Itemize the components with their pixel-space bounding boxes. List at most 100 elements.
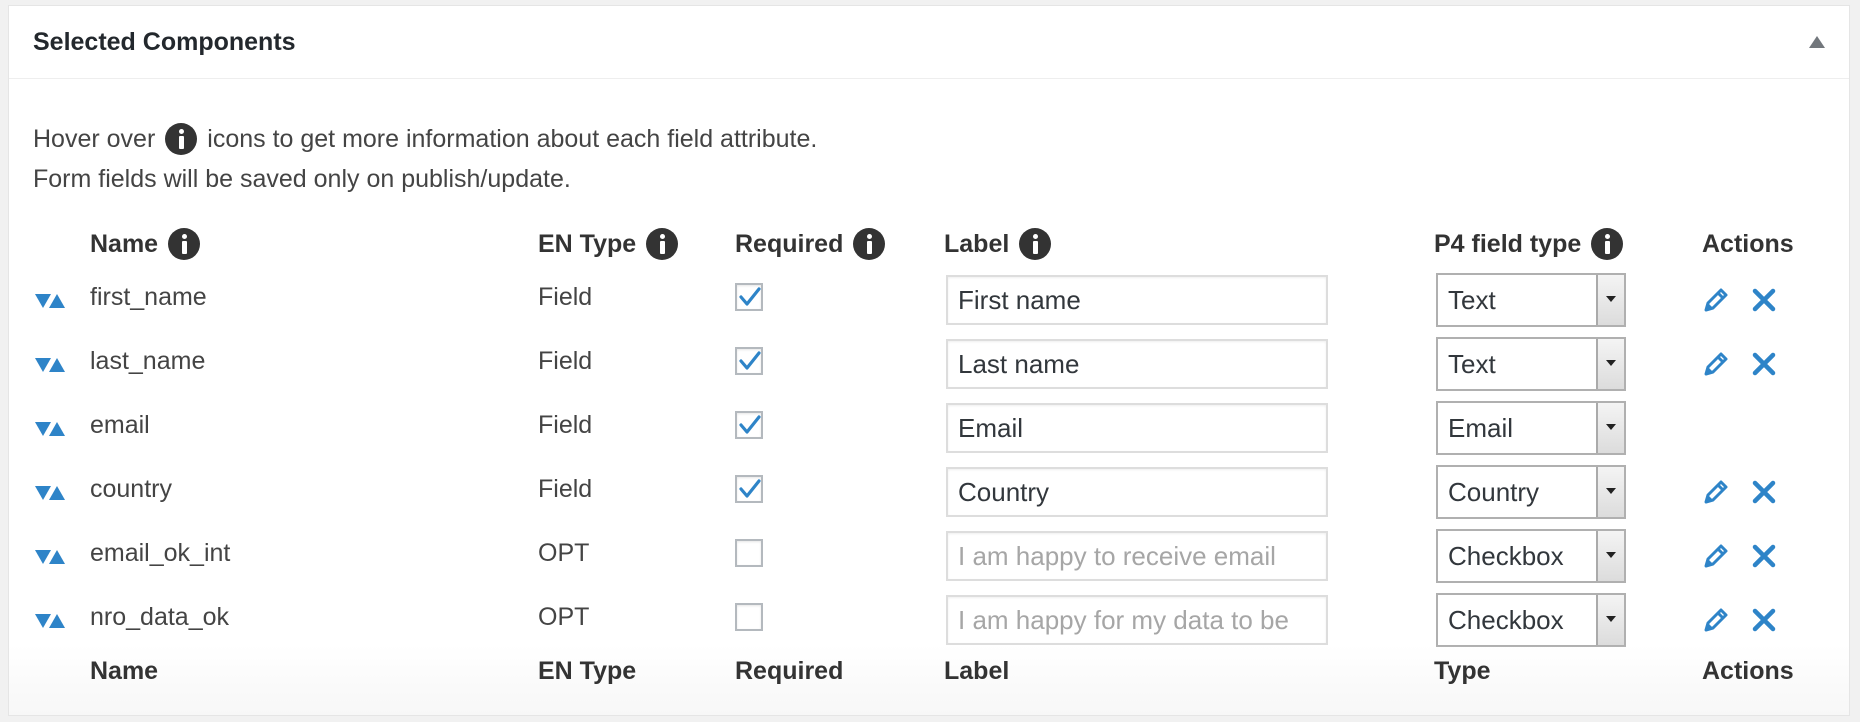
intro-text-after: icons to get more information about each… <box>207 125 818 153</box>
header-required: Required <box>735 224 886 264</box>
intro-text: Hover over icons to get more information… <box>33 119 817 199</box>
intro-line-2: Form fields will be saved only on publis… <box>33 165 571 193</box>
select-value: Checkbox <box>1448 605 1564 635</box>
field-en-type: Field <box>538 283 593 311</box>
chevron-down-icon[interactable] <box>1596 531 1624 581</box>
info-icon[interactable] <box>853 228 886 260</box>
close-icon[interactable] <box>1749 349 1779 379</box>
required-checkbox[interactable] <box>735 475 763 503</box>
sort-arrows-icon[interactable] <box>35 420 73 438</box>
panel-title: Selected Components <box>33 28 296 56</box>
info-icon[interactable] <box>1019 228 1052 260</box>
sort-arrows-icon[interactable] <box>35 356 73 374</box>
sort-arrows-icon[interactable] <box>35 548 73 566</box>
close-icon[interactable] <box>1749 477 1779 507</box>
header-name: Name <box>90 224 201 264</box>
pencil-icon[interactable] <box>1701 541 1731 571</box>
select-value: Country <box>1448 477 1540 507</box>
chevron-down-icon[interactable] <box>1596 595 1624 645</box>
select-value: Checkbox <box>1448 541 1564 571</box>
required-checkbox[interactable] <box>735 603 763 631</box>
required-checkbox[interactable] <box>735 283 763 311</box>
label-input[interactable] <box>946 275 1328 325</box>
p4-field-type-select[interactable]: Email <box>1436 401 1626 455</box>
footer-label: Label <box>944 656 1010 685</box>
footer-en-type: EN Type <box>538 656 637 685</box>
field-en-type: OPT <box>538 603 590 631</box>
checkmark-icon <box>739 415 761 434</box>
table-row: first_name Field Text <box>9 269 1849 333</box>
field-name: email <box>90 411 150 439</box>
checkmark-icon <box>739 351 761 370</box>
field-name: last_name <box>90 347 206 375</box>
header-actions: Actions <box>1702 224 1794 264</box>
header-name-label: Name <box>90 229 159 258</box>
label-input[interactable] <box>946 467 1328 517</box>
sort-arrows-icon[interactable] <box>35 612 73 630</box>
header-p4-type: P4 field type <box>1434 224 1624 264</box>
pencil-icon[interactable] <box>1701 349 1731 379</box>
field-en-type: Field <box>538 347 593 375</box>
header-actions-label: Actions <box>1702 229 1794 258</box>
pencil-icon[interactable] <box>1701 477 1731 507</box>
select-value: Text <box>1448 285 1496 315</box>
close-icon[interactable] <box>1749 541 1779 571</box>
header-label-label: Label <box>944 229 1010 258</box>
checkmark-icon <box>739 287 761 306</box>
info-icon[interactable] <box>646 228 679 260</box>
footer-type: Type <box>1434 656 1491 685</box>
info-icon[interactable] <box>1591 228 1624 260</box>
panel-header[interactable]: Selected Components <box>9 6 1849 79</box>
footer-background <box>9 645 1849 715</box>
sort-arrows-icon[interactable] <box>35 484 73 502</box>
table-row: nro_data_ok OPT Checkbox <box>9 589 1849 653</box>
close-icon[interactable] <box>1749 285 1779 315</box>
collapse-toggle-icon[interactable] <box>1809 36 1825 48</box>
field-en-type: Field <box>538 475 593 503</box>
p4-field-type-select[interactable]: Text <box>1436 337 1626 391</box>
header-en-type-label: EN Type <box>538 229 637 258</box>
header-p4-type-label: P4 field type <box>1434 229 1582 258</box>
table-row: email_ok_int OPT Checkbox <box>9 525 1849 589</box>
label-input[interactable] <box>946 339 1328 389</box>
sort-arrows-icon[interactable] <box>35 292 73 310</box>
table-row: last_name Field Text <box>9 333 1849 397</box>
intro-line-1: Hover over icons to get more information… <box>33 119 817 159</box>
required-checkbox[interactable] <box>735 411 763 439</box>
field-name: email_ok_int <box>90 539 231 567</box>
label-input[interactable] <box>946 403 1328 453</box>
p4-field-type-select[interactable]: Checkbox <box>1436 529 1626 583</box>
select-value: Email <box>1448 413 1514 443</box>
table-row: email Field Email <box>9 397 1849 461</box>
field-en-type: Field <box>538 411 593 439</box>
field-en-type: OPT <box>538 539 590 567</box>
header-label: Label <box>944 224 1052 264</box>
header-required-label: Required <box>735 229 844 258</box>
select-value: Text <box>1448 349 1496 379</box>
p4-field-type-select[interactable]: Text <box>1436 273 1626 327</box>
pencil-icon[interactable] <box>1701 605 1731 635</box>
info-icon[interactable] <box>165 123 198 155</box>
field-name: nro_data_ok <box>90 603 230 631</box>
p4-field-type-select[interactable]: Checkbox <box>1436 593 1626 647</box>
checkmark-icon <box>739 479 761 498</box>
chevron-down-icon[interactable] <box>1596 467 1624 517</box>
label-input[interactable] <box>946 595 1328 645</box>
required-checkbox[interactable] <box>735 347 763 375</box>
selected-components-panel: Selected Components Hover over icons to … <box>8 5 1850 716</box>
pencil-icon[interactable] <box>1701 285 1731 315</box>
close-icon[interactable] <box>1749 605 1779 635</box>
chevron-down-icon[interactable] <box>1596 275 1624 325</box>
footer-required: Required <box>735 656 844 685</box>
label-input[interactable] <box>946 531 1328 581</box>
footer-actions: Actions <box>1702 656 1794 685</box>
chevron-down-icon[interactable] <box>1596 403 1624 453</box>
table-row: country Field Country <box>9 461 1849 525</box>
field-name: first_name <box>90 283 207 311</box>
chevron-down-icon[interactable] <box>1596 339 1624 389</box>
field-name: country <box>90 475 172 503</box>
footer-name: Name <box>90 656 159 685</box>
p4-field-type-select[interactable]: Country <box>1436 465 1626 519</box>
required-checkbox[interactable] <box>735 539 763 567</box>
info-icon[interactable] <box>168 228 201 260</box>
